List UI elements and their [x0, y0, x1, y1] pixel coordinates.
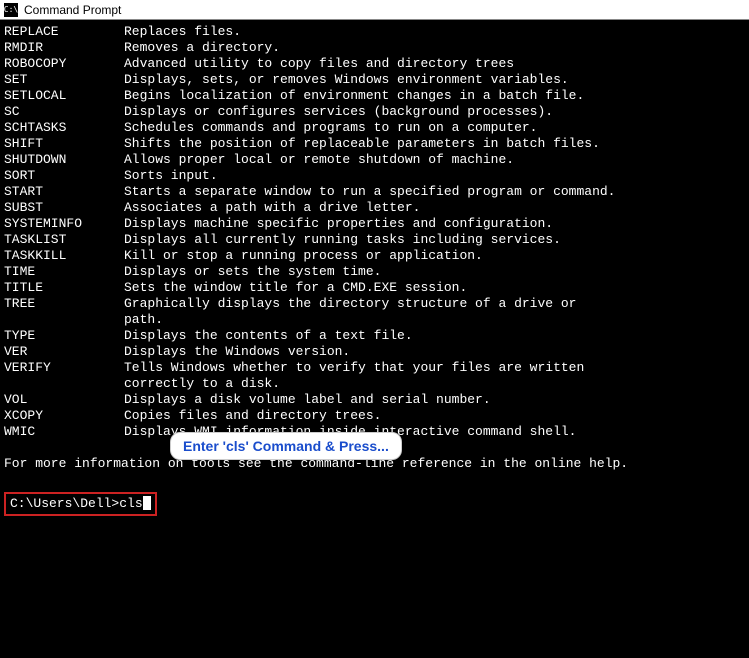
prompt-input[interactable]: cls: [119, 496, 142, 511]
command-description-cont: path.: [4, 312, 745, 328]
command-row: TITLESets the window title for a CMD.EXE…: [4, 280, 745, 296]
command-name: SORT: [4, 168, 124, 184]
command-name: SET: [4, 72, 124, 88]
command-description: Displays the contents of a text file.: [124, 328, 745, 344]
command-name: SYSTEMINFO: [4, 216, 124, 232]
command-name: VERIFY: [4, 360, 124, 376]
command-row: REPLACEReplaces files.: [4, 24, 745, 40]
blank-line: [4, 472, 745, 488]
command-name: VOL: [4, 392, 124, 408]
command-description: Shifts the position of replaceable param…: [124, 136, 745, 152]
command-name: TASKKILL: [4, 248, 124, 264]
window-title: Command Prompt: [24, 3, 121, 17]
command-description: Allows proper local or remote shutdown o…: [124, 152, 745, 168]
command-description: Sets the window title for a CMD.EXE sess…: [124, 280, 745, 296]
prompt-highlight: C:\Users\Dell>cls: [4, 492, 157, 516]
command-row: ROBOCOPYAdvanced utility to copy files a…: [4, 56, 745, 72]
command-row: SHUTDOWNAllows proper local or remote sh…: [4, 152, 745, 168]
command-name: TASKLIST: [4, 232, 124, 248]
command-description: Displays all currently running tasks inc…: [124, 232, 745, 248]
command-name: ROBOCOPY: [4, 56, 124, 72]
command-description: Schedules commands and programs to run o…: [124, 120, 745, 136]
command-description-cont: correctly to a disk.: [4, 376, 745, 392]
annotation-callout: Enter 'cls' Command & Press...: [170, 432, 402, 460]
command-description: Displays machine specific properties and…: [124, 216, 745, 232]
command-description: Copies files and directory trees.: [124, 408, 745, 424]
command-name: SHUTDOWN: [4, 152, 124, 168]
command-row: TASKLISTDisplays all currently running t…: [4, 232, 745, 248]
terminal-area[interactable]: REPLACEReplaces files.RMDIRRemoves a dir…: [0, 20, 749, 658]
command-name: TIME: [4, 264, 124, 280]
cmd-icon: C:\: [4, 3, 18, 17]
command-row: TIMEDisplays or sets the system time.: [4, 264, 745, 280]
command-description: Displays the Windows version.: [124, 344, 745, 360]
command-name: VER: [4, 344, 124, 360]
command-name: REPLACE: [4, 24, 124, 40]
command-description: Displays a disk volume label and serial …: [124, 392, 745, 408]
command-description: Starts a separate window to run a specif…: [124, 184, 745, 200]
command-row: VERDisplays the Windows version.: [4, 344, 745, 360]
command-row: SETDisplays, sets, or removes Windows en…: [4, 72, 745, 88]
command-name: SC: [4, 104, 124, 120]
command-row: SORTSorts input.: [4, 168, 745, 184]
command-row: SETLOCALBegins localization of environme…: [4, 88, 745, 104]
command-row: RMDIRRemoves a directory.: [4, 40, 745, 56]
command-row: SCHTASKSSchedules commands and programs …: [4, 120, 745, 136]
command-row: SHIFTShifts the position of replaceable …: [4, 136, 745, 152]
command-description: Removes a directory.: [124, 40, 745, 56]
command-name: RMDIR: [4, 40, 124, 56]
command-name: SHIFT: [4, 136, 124, 152]
command-description: Graphically displays the directory struc…: [124, 296, 745, 312]
command-help-list: REPLACEReplaces files.RMDIRRemoves a dir…: [4, 24, 745, 440]
command-name: TITLE: [4, 280, 124, 296]
window-titlebar[interactable]: C:\ Command Prompt: [0, 0, 749, 20]
command-name: SUBST: [4, 200, 124, 216]
cursor: [143, 496, 151, 510]
command-name: WMIC: [4, 424, 124, 440]
command-row: TREEGraphically displays the directory s…: [4, 296, 745, 312]
command-name: XCOPY: [4, 408, 124, 424]
command-row: TYPEDisplays the contents of a text file…: [4, 328, 745, 344]
command-description: Tells Windows whether to verify that you…: [124, 360, 745, 376]
command-description: Associates a path with a drive letter.: [124, 200, 745, 216]
command-description: Displays or sets the system time.: [124, 264, 745, 280]
command-name: START: [4, 184, 124, 200]
command-description: Displays or configures services (backgro…: [124, 104, 745, 120]
command-description: Advanced utility to copy files and direc…: [124, 56, 745, 72]
command-description: Kill or stop a running process or applic…: [124, 248, 745, 264]
command-description: Replaces files.: [124, 24, 745, 40]
command-row: XCOPYCopies files and directory trees.: [4, 408, 745, 424]
command-name: TYPE: [4, 328, 124, 344]
command-description: Begins localization of environment chang…: [124, 88, 745, 104]
command-description: Displays, sets, or removes Windows envir…: [124, 72, 745, 88]
command-row: VERIFYTells Windows whether to verify th…: [4, 360, 745, 376]
command-name: SCHTASKS: [4, 120, 124, 136]
command-row: STARTStarts a separate window to run a s…: [4, 184, 745, 200]
command-row: SCDisplays or configures services (backg…: [4, 104, 745, 120]
command-name: SETLOCAL: [4, 88, 124, 104]
command-row: SUBSTAssociates a path with a drive lett…: [4, 200, 745, 216]
command-description: Sorts input.: [124, 168, 745, 184]
command-row: SYSTEMINFODisplays machine specific prop…: [4, 216, 745, 232]
command-row: TASKKILLKill or stop a running process o…: [4, 248, 745, 264]
command-row: VOLDisplays a disk volume label and seri…: [4, 392, 745, 408]
prompt-path: C:\Users\Dell>: [10, 496, 119, 511]
command-name: TREE: [4, 296, 124, 312]
